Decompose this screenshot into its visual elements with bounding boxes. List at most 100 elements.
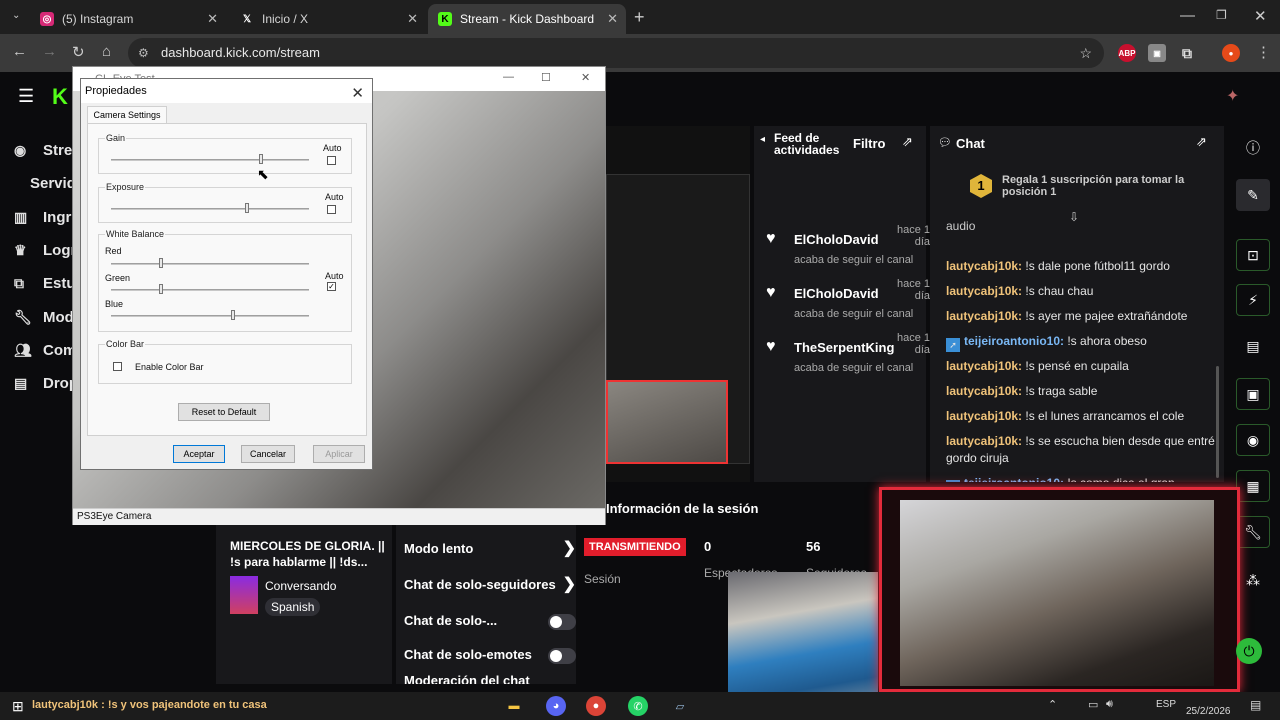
minimize-icon[interactable]: — [503, 71, 514, 83]
wb-auto-checkbox[interactable]: ✓ [327, 282, 336, 291]
category-thumbnail[interactable] [230, 576, 258, 614]
broadcast-icon[interactable]: ◉ [1236, 424, 1270, 456]
whatsapp-icon[interactable]: ✆ [628, 696, 648, 716]
chat-username[interactable]: teijeiroantonio10: [964, 476, 1064, 482]
tab-camera-settings[interactable]: Camera Settings [87, 106, 167, 124]
chevron-right-icon[interactable]: ❯ [563, 574, 576, 594]
chat-username[interactable]: lautycabj10k: [946, 284, 1022, 298]
cancel-button[interactable]: Cancelar [241, 445, 295, 463]
tray-network-icon[interactable]: ▭ [1088, 698, 1098, 711]
activity-user[interactable]: TheSerpentKing [794, 340, 894, 355]
chat-username[interactable]: teijeiroantonio10: [964, 334, 1064, 348]
nodes-icon[interactable]: ⁂ [1236, 564, 1270, 596]
chrome-icon[interactable]: ● [586, 696, 606, 716]
red-slider-track[interactable] [111, 263, 309, 265]
gain-slider-track[interactable] [111, 159, 309, 161]
green-slider-thumb[interactable] [159, 284, 163, 294]
gain-auto-checkbox[interactable] [327, 156, 336, 165]
ok-button[interactable]: Aceptar [173, 445, 225, 463]
chat-popout-icon[interactable]: ⇗ [1196, 134, 1207, 150]
tab-instagram[interactable]: ◎ (5) Instagram ✕ [30, 4, 226, 34]
toggle-switch[interactable] [548, 614, 576, 630]
info-icon[interactable]: ⓘ [1236, 132, 1270, 164]
file-explorer-icon[interactable]: ▬ [504, 696, 524, 716]
home-icon[interactable]: ⌂ [102, 43, 111, 60]
new-tab-icon[interactable]: + [634, 7, 645, 28]
minimize-icon[interactable]: — [1180, 7, 1195, 24]
sidebar-item-income[interactable]: ▥ Ingre [14, 205, 80, 229]
back-icon[interactable]: ← [12, 43, 27, 60]
window-close-icon[interactable]: ✕ [1254, 7, 1267, 25]
green-slider-track[interactable] [111, 289, 309, 291]
toggle-switch[interactable] [548, 648, 576, 664]
url-field[interactable]: ⚙ dashboard.kick.com/stream ☆ [128, 38, 1104, 68]
exposure-slider-track[interactable] [111, 208, 309, 210]
chat-username[interactable]: lautycabj10k: [946, 384, 1022, 398]
close-icon[interactable]: ✕ [607, 11, 618, 27]
exposure-auto-checkbox[interactable] [327, 205, 336, 214]
sidebar-item-community[interactable]: 👥︎ Com [14, 338, 76, 362]
tray-volume-icon[interactable]: 🔊︎ [1106, 698, 1113, 711]
user-avatar-icon[interactable]: ✦ [1226, 86, 1239, 106]
hamburger-menu-icon[interactable]: ☰ [18, 86, 34, 107]
moderation-setting[interactable]: Chat de solo-emotes [404, 644, 576, 668]
chat-username[interactable]: lautycabj10k: [946, 434, 1022, 448]
reset-default-button[interactable]: Reset to Default [178, 403, 270, 421]
bookmark-star-icon[interactable]: ☆ [1079, 38, 1092, 68]
site-info-icon[interactable]: ⚙ [138, 38, 149, 68]
close-icon[interactable]: ✕ [351, 82, 364, 106]
reload-icon[interactable]: ↻ [72, 43, 85, 61]
edit-icon[interactable]: ✎ [1236, 179, 1270, 211]
moderation-setting[interactable]: Modo lento ❯ [404, 538, 576, 562]
extensions-puzzle-icon[interactable]: ⧉ [1178, 44, 1196, 62]
extension-icon[interactable]: ▣ [1148, 44, 1166, 62]
tray-date[interactable]: 25/2/2026 [1186, 706, 1231, 717]
language-tag[interactable]: Spanish [265, 598, 321, 616]
tray-lang[interactable]: ESP [1156, 699, 1176, 710]
chat-username[interactable]: lautycabj10k: [946, 259, 1022, 273]
tools-icon[interactable]: 🔧︎ [1236, 516, 1270, 548]
sidebar-item-server[interactable]: Servid [30, 171, 76, 195]
close-icon[interactable]: ✕ [407, 11, 418, 27]
activity-user[interactable]: ElCholoDavid [794, 286, 879, 301]
red-slider-thumb[interactable] [159, 258, 163, 268]
browser-menu-icon[interactable]: ⋮ [1256, 43, 1271, 61]
exposure-slider-thumb[interactable] [245, 203, 249, 213]
category-name[interactable]: Conversando [265, 579, 336, 593]
lightning-icon[interactable]: ⚡︎ [1236, 284, 1270, 316]
close-icon[interactable]: ✕ [207, 11, 218, 27]
moderation-setting[interactable]: Chat de solo-seguidores ❯ [404, 574, 576, 598]
blue-slider-track[interactable] [111, 315, 309, 317]
sidebar-item-moderation[interactable]: 🔧︎ Mod [14, 305, 74, 329]
notes-icon[interactable]: ▤ [1236, 330, 1270, 362]
gain-slider-thumb[interactable] [259, 154, 263, 164]
chat-username[interactable]: lautycabj10k: [946, 359, 1022, 373]
camera-icon[interactable]: ⊡ [1236, 239, 1270, 271]
tray-chevron-icon[interactable]: ⌃ [1048, 698, 1057, 711]
sidebar-item-drops[interactable]: ▤ Drop [14, 371, 78, 395]
gift-sub-banner[interactable]: 1 Regala 1 suscripción para tomar la pos… [970, 172, 1210, 202]
chat-username[interactable]: lautycabj10k: [946, 309, 1022, 323]
chat-scrollbar[interactable] [1216, 366, 1219, 478]
chevron-right-icon[interactable]: ❯ [563, 538, 576, 558]
tab-x[interactable]: 𝕏 Inicio / X ✕ [230, 4, 426, 34]
stream-title[interactable]: MIERCOLES DE GLORIA. || !s para hablarme… [230, 538, 386, 570]
blue-slider-thumb[interactable] [231, 310, 235, 320]
kick-logo[interactable]: K [52, 84, 68, 110]
enable-color-bar-label[interactable]: Enable Color Bar [135, 362, 204, 372]
sidebar-item-achievements[interactable]: ♛ Logr [14, 238, 76, 262]
chat-bubble-icon[interactable]: ▣ [1236, 378, 1270, 410]
apply-button[interactable]: Aplicar [313, 445, 365, 463]
layout-icon[interactable]: ▦ [1236, 470, 1270, 502]
sidebar-item-studio[interactable]: ⧉ Estu [14, 271, 76, 295]
discord-icon[interactable]: ◕ [546, 696, 566, 716]
filter-button[interactable]: Filtro [853, 136, 886, 151]
profile-avatar[interactable]: ● [1222, 44, 1240, 62]
adblock-icon[interactable]: ABP [1118, 44, 1136, 62]
activity-user[interactable]: ElCholoDavid [794, 232, 879, 247]
green-action-icon[interactable]: ⏻ [1236, 638, 1262, 664]
maximize-icon[interactable]: ☐ [541, 71, 551, 84]
notepad-icon[interactable]: ▱ [670, 696, 690, 716]
notifications-icon[interactable]: ▤ [1250, 698, 1261, 712]
maximize-icon[interactable]: ❐ [1216, 8, 1227, 22]
